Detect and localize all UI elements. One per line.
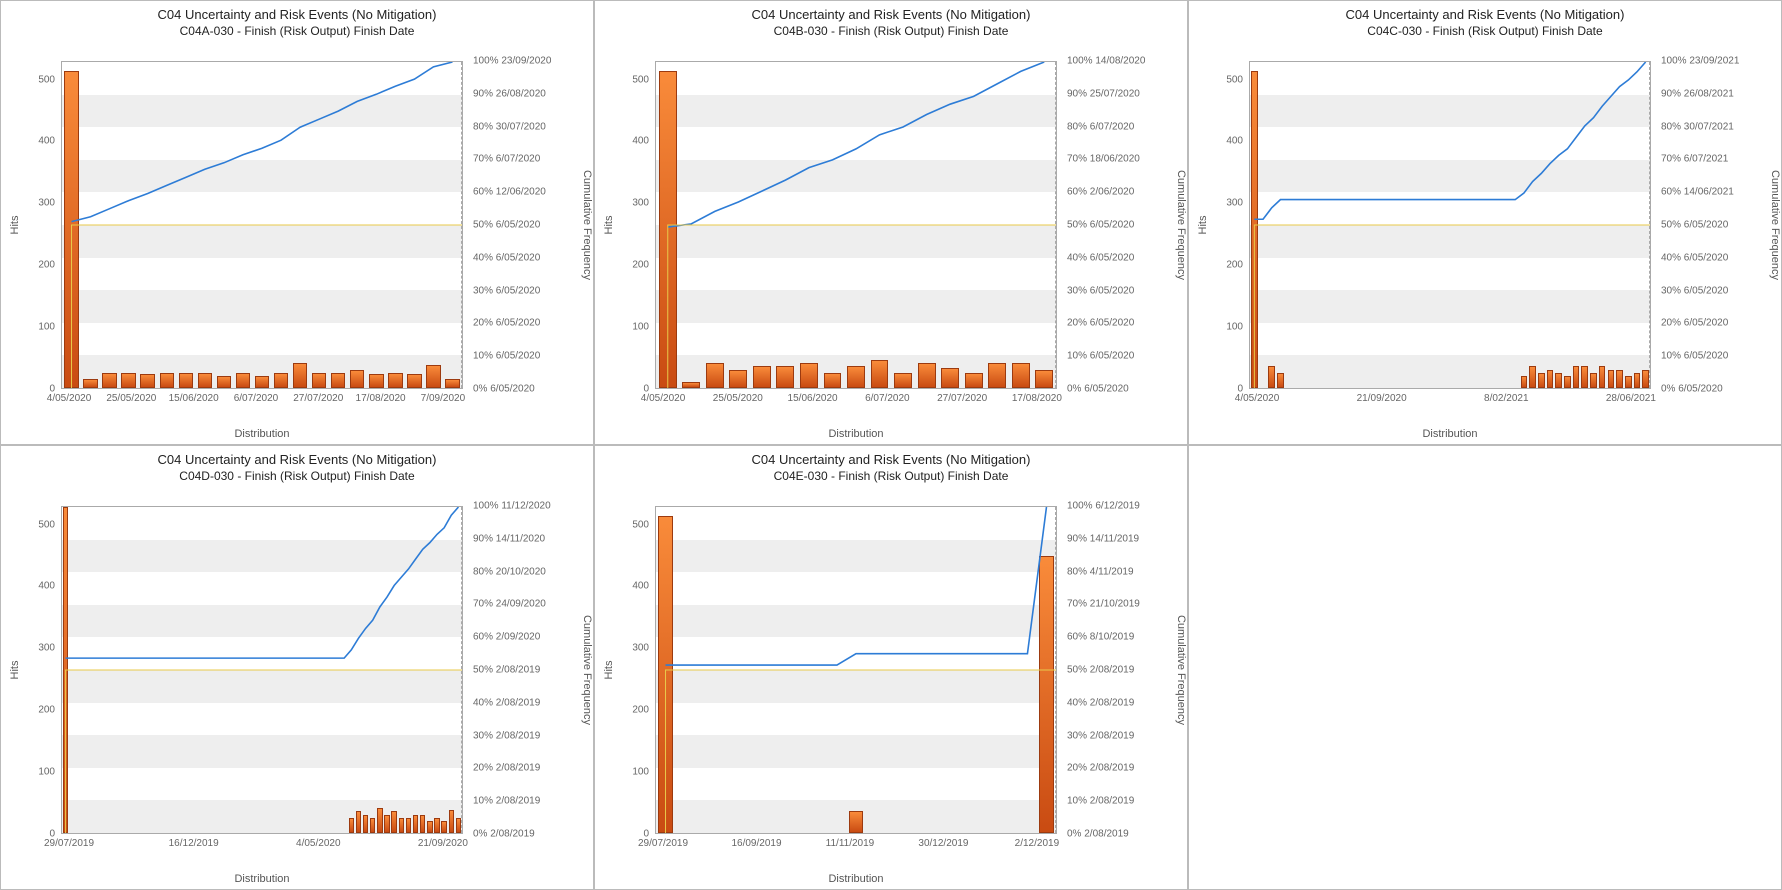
x-axis: 4/05/202021/09/20208/02/202128/06/2021Di…: [1249, 391, 1651, 444]
y2-axis: 0% 6/05/202010% 6/05/202020% 6/05/202030…: [1655, 61, 1781, 389]
plot-area: [61, 506, 463, 834]
y-axis-label: Hits: [9, 661, 21, 680]
y2-axis: 0% 6/05/202010% 6/05/202020% 6/05/202030…: [1061, 61, 1187, 389]
y2-axis: 0% 6/05/202010% 6/05/202020% 6/05/202030…: [467, 61, 593, 389]
x-axis-label: Distribution: [1422, 428, 1477, 440]
x-axis: 4/05/202025/05/202015/06/20206/07/202027…: [61, 391, 463, 444]
chart-subtitle: C04A-030 - Finish (Risk Output) Finish D…: [1, 24, 593, 38]
y-axis: 0100200300400500Hits: [595, 506, 653, 834]
chart-title: C04 Uncertainty and Risk Events (No Miti…: [595, 452, 1187, 467]
cumulative-line: [62, 507, 462, 833]
y2-axis: 0% 2/08/201910% 2/08/201920% 2/08/201930…: [467, 506, 593, 834]
chart-title: C04 Uncertainty and Risk Events (No Miti…: [1, 452, 593, 467]
y-axis-label: Hits: [9, 216, 21, 235]
y-axis-label: Hits: [1197, 216, 1209, 235]
y-axis-label: Hits: [603, 661, 615, 680]
y2-axis-label: Cumulative Frequency: [1769, 170, 1781, 280]
y2-axis-label: Cumulative Frequency: [581, 170, 593, 280]
y-axis: 0100200300400500Hits: [1189, 61, 1247, 389]
chart-cell-4: C04 Uncertainty and Risk Events (No Miti…: [594, 445, 1188, 890]
chart-title: C04 Uncertainty and Risk Events (No Miti…: [1189, 7, 1781, 22]
chart-subtitle: C04C-030 - Finish (Risk Output) Finish D…: [1189, 24, 1781, 38]
x-axis-label: Distribution: [234, 428, 289, 440]
chart-cell-1: C04 Uncertainty and Risk Events (No Miti…: [594, 0, 1188, 445]
chart-cell-0: C04 Uncertainty and Risk Events (No Miti…: [0, 0, 594, 445]
chart-title: C04 Uncertainty and Risk Events (No Miti…: [1, 7, 593, 22]
x-axis-label: Distribution: [828, 873, 883, 885]
chart-cell-5: [1188, 445, 1782, 890]
y2-axis: 0% 2/08/201910% 2/08/201920% 2/08/201930…: [1061, 506, 1187, 834]
plot-area: [61, 61, 463, 389]
y2-axis-label: Cumulative Frequency: [1175, 170, 1187, 280]
y-axis-label: Hits: [603, 216, 615, 235]
plot-area: [655, 506, 1057, 834]
chart-grid: C04 Uncertainty and Risk Events (No Miti…: [0, 0, 1782, 890]
chart-cell-3: C04 Uncertainty and Risk Events (No Miti…: [0, 445, 594, 890]
x-axis-label: Distribution: [234, 873, 289, 885]
chart-subtitle: C04D-030 - Finish (Risk Output) Finish D…: [1, 469, 593, 483]
chart-subtitle: C04B-030 - Finish (Risk Output) Finish D…: [595, 24, 1187, 38]
y-axis: 0100200300400500Hits: [1, 506, 59, 834]
plot-area: [1249, 61, 1651, 389]
cumulative-line: [656, 507, 1056, 833]
x-axis: 4/05/202025/05/202015/06/20206/07/202027…: [655, 391, 1057, 444]
y2-axis-label: Cumulative Frequency: [581, 615, 593, 725]
cumulative-line: [1250, 62, 1650, 388]
cumulative-line: [62, 62, 462, 388]
x-axis: 29/07/201916/09/201911/11/201930/12/2019…: [655, 836, 1057, 889]
chart-cell-2: C04 Uncertainty and Risk Events (No Miti…: [1188, 0, 1782, 445]
plot-area: [655, 61, 1057, 389]
cumulative-line: [656, 62, 1056, 388]
x-axis-label: Distribution: [828, 428, 883, 440]
y-axis: 0100200300400500Hits: [1, 61, 59, 389]
y-axis: 0100200300400500Hits: [595, 61, 653, 389]
chart-subtitle: C04E-030 - Finish (Risk Output) Finish D…: [595, 469, 1187, 483]
chart-title: C04 Uncertainty and Risk Events (No Miti…: [595, 7, 1187, 22]
x-axis: 29/07/201916/12/20194/05/202021/09/2020D…: [61, 836, 463, 889]
y2-axis-label: Cumulative Frequency: [1175, 615, 1187, 725]
